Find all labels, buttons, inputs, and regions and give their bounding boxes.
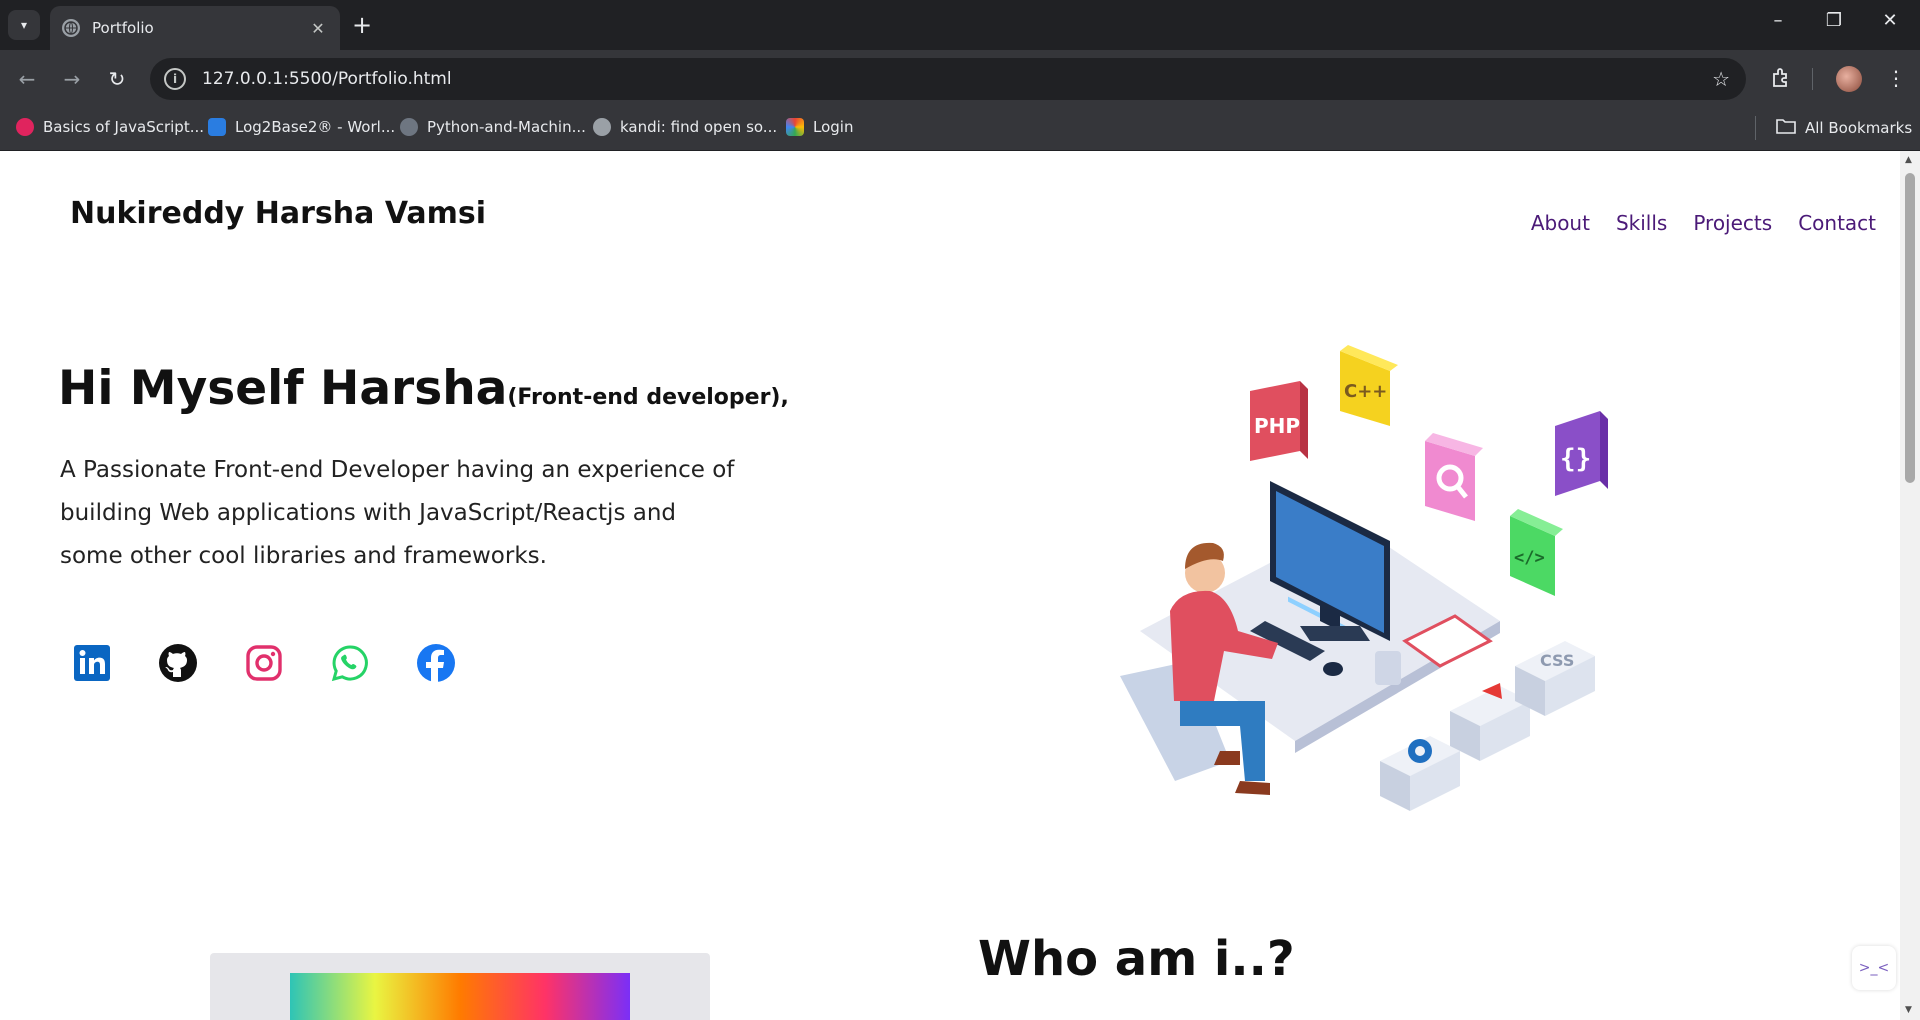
whatsapp-icon[interactable] <box>328 641 372 685</box>
restore-button[interactable]: ❐ <box>1814 10 1854 31</box>
search-cube-icon <box>1425 433 1483 521</box>
all-bookmarks-button[interactable]: All Bookmarks <box>1776 118 1912 138</box>
social-links <box>70 641 458 685</box>
bookmark-label: Basics of JavaScript... <box>43 118 205 136</box>
scroll-down-arrow-icon[interactable]: ▼ <box>1905 1005 1912 1015</box>
instagram-icon[interactable] <box>242 641 286 685</box>
bookmark-item[interactable]: Python-and-Machin... <box>400 118 586 136</box>
tab-portfolio[interactable]: Portfolio ✕ <box>50 6 340 50</box>
tab-search-button[interactable]: ▾ <box>8 10 40 40</box>
scroll-thumb[interactable] <box>1905 173 1915 483</box>
nav-link-skills[interactable]: Skills <box>1616 211 1667 235</box>
bookmarks-divider <box>1755 116 1756 140</box>
browser-toolbar: ← → ↻ i 127.0.0.1:5500/Portfolio.html ☆ … <box>0 50 1920 108</box>
bookmarks-bar: Basics of JavaScript... Log2Base2® - Wor… <box>0 108 1920 151</box>
css-label: CSS <box>1540 651 1574 670</box>
bookmark-label: Log2Base2® - Worl... <box>235 118 396 136</box>
mouse <box>1323 662 1343 676</box>
developer-illustration: PHP C++ {} </> CSS <box>1120 345 1608 811</box>
hero-subtitle: (Front-end developer), <box>507 385 789 410</box>
mug <box>1375 651 1401 685</box>
nav-link-about[interactable]: About <box>1531 211 1590 235</box>
bookmark-item[interactable]: Basics of JavaScript... <box>16 118 204 136</box>
hero-title: Hi Myself Harsha <box>58 361 508 416</box>
close-icon[interactable]: ✕ <box>308 19 328 38</box>
nav-link-projects[interactable]: Projects <box>1693 211 1772 235</box>
tab-title: Portfolio <box>92 19 154 37</box>
php-cube-icon: PHP <box>1250 381 1308 461</box>
bookmark-item[interactable]: Log2Base2® - Worl... <box>208 118 395 136</box>
css-block-icon: CSS <box>1515 641 1595 716</box>
braces-cube-icon: {} <box>1555 411 1608 496</box>
new-tab-button[interactable]: + <box>352 12 372 38</box>
code-label: </> <box>1514 548 1545 568</box>
github-icon[interactable] <box>156 641 200 685</box>
forward-arrow-icon[interactable]: → <box>57 64 87 94</box>
bookmark-label: Login <box>813 118 854 136</box>
page-scrollbar[interactable]: ▲ ▼ <box>1900 151 1920 1020</box>
avatar[interactable] <box>1836 66 1862 92</box>
profile-photo <box>210 953 710 1020</box>
bookmark-favicon-icon <box>208 118 226 136</box>
more-vert-icon[interactable]: ⋮ <box>1886 66 1906 90</box>
bookmark-favicon-icon <box>16 118 34 136</box>
braces-label: {} <box>1560 444 1591 474</box>
login-favicon-icon <box>786 118 804 136</box>
toolbar-divider <box>1812 68 1813 90</box>
scroll-up-arrow-icon[interactable]: ▲ <box>1905 155 1912 165</box>
floating-widget-button[interactable]: >_< <box>1852 946 1896 990</box>
settings-block-icon <box>1380 736 1460 811</box>
url-text[interactable]: 127.0.0.1:5500/Portfolio.html <box>202 69 1712 89</box>
hero-heading: Hi Myself Harsha(Front-end developer), <box>58 361 789 416</box>
bookmark-label: kandi: find open so... <box>620 118 778 136</box>
site-nav: About Skills Projects Contact <box>1531 211 1876 235</box>
code-cube-icon: </> <box>1510 509 1563 596</box>
extensions-icon[interactable] <box>1770 66 1792 93</box>
hero-description: A Passionate Front-end Developer having … <box>60 457 735 569</box>
code-icon: >_< <box>1858 960 1890 976</box>
github-icon <box>400 118 418 136</box>
globe-icon <box>593 118 611 136</box>
star-icon[interactable]: ☆ <box>1712 67 1730 91</box>
cpp-label: C++ <box>1344 381 1387 402</box>
bookmark-label: Python-and-Machin... <box>427 118 586 136</box>
globe-icon <box>62 19 80 37</box>
who-am-i-heading: Who am i..? <box>978 931 1295 987</box>
page-viewport: Nukireddy Harsha Vamsi About Skills Proj… <box>0 151 1900 1020</box>
bookmark-item[interactable]: kandi: find open so... <box>593 118 777 136</box>
bookmark-item[interactable]: Login <box>786 118 853 136</box>
linkedin-icon[interactable] <box>70 641 114 685</box>
back-arrow-icon[interactable]: ← <box>12 64 42 94</box>
all-bookmarks-label: All Bookmarks <box>1805 119 1913 137</box>
address-bar[interactable]: i 127.0.0.1:5500/Portfolio.html ☆ <box>150 58 1746 100</box>
close-window-button[interactable]: ✕ <box>1870 10 1910 31</box>
tab-strip: ▾ Portfolio ✕ + – ❐ ✕ <box>0 0 1920 50</box>
facebook-icon[interactable] <box>414 641 458 685</box>
chevron-down-icon: ▾ <box>20 18 28 32</box>
minimize-button[interactable]: – <box>1758 10 1798 31</box>
cpp-cube-icon: C++ <box>1340 345 1398 426</box>
info-icon[interactable]: i <box>164 68 186 90</box>
site-brand[interactable]: Nukireddy Harsha Vamsi <box>70 196 486 231</box>
reload-icon[interactable]: ↻ <box>102 64 132 94</box>
nav-link-contact[interactable]: Contact <box>1798 211 1876 235</box>
profile-photo-image <box>290 973 630 1020</box>
php-label: PHP <box>1254 414 1300 438</box>
folder-icon <box>1776 118 1796 138</box>
